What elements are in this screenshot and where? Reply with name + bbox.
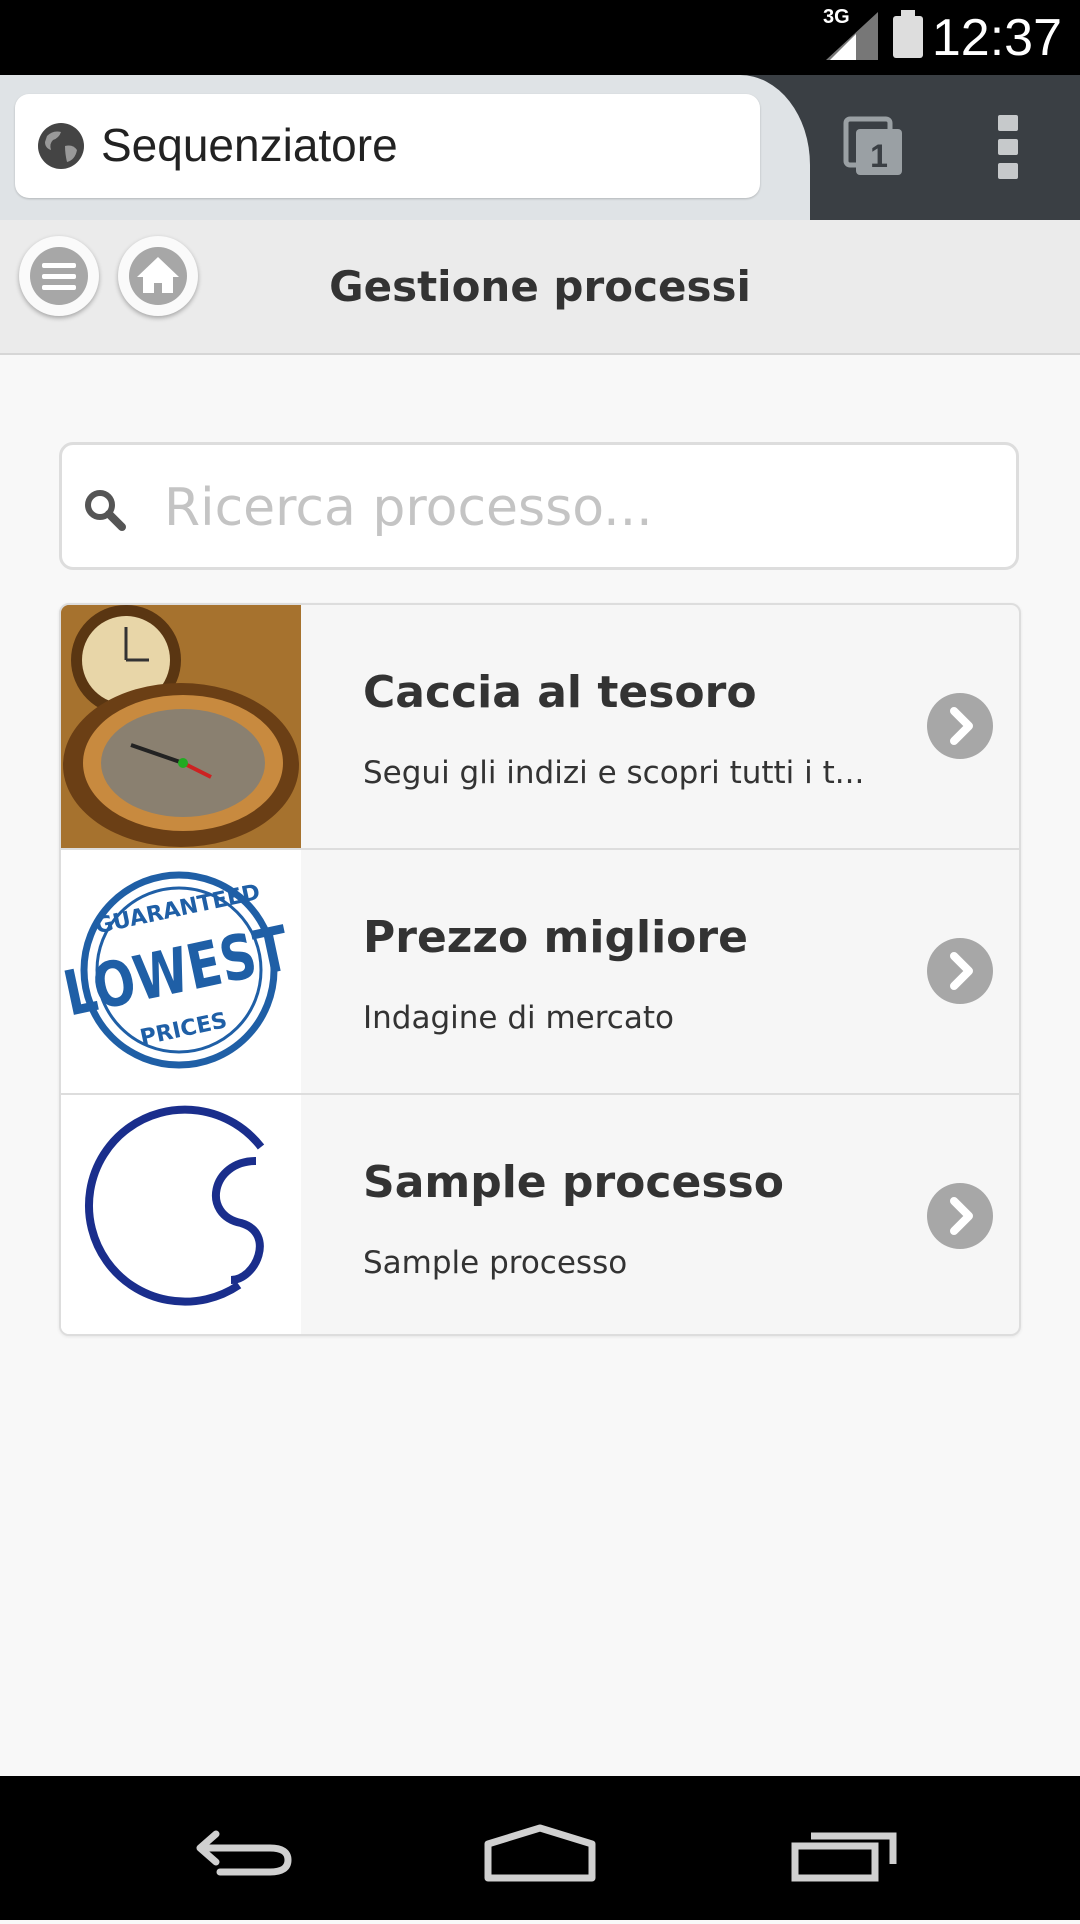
back-button[interactable] xyxy=(170,1776,310,1920)
system-nav-bar xyxy=(0,1776,1080,1920)
tab-count: 1 xyxy=(870,138,888,174)
recents-icon xyxy=(791,1832,897,1882)
signal-icon xyxy=(826,12,878,60)
item-subtitle: Indagine di mercato xyxy=(363,1000,674,1036)
search-box xyxy=(59,442,1019,570)
browser-toolbar: Sequenziatore 1 xyxy=(0,75,1080,220)
chevron-right-icon[interactable] xyxy=(927,693,993,759)
list-item[interactable]: GUARANTEED LOWEST PRICES Prezzo migliore… xyxy=(61,850,1019,1095)
back-icon xyxy=(196,1830,292,1876)
status-bar: 3G 12:37 xyxy=(0,0,1080,75)
home-nav-icon xyxy=(484,1824,596,1882)
item-subtitle: Segui gli indizi e scopri tutti i t... xyxy=(363,755,865,791)
search-icon xyxy=(85,490,126,531)
chevron-right-icon[interactable] xyxy=(927,938,993,1004)
item-title: Sample processo xyxy=(363,1157,784,1208)
clock: 12:37 xyxy=(931,9,1062,67)
item-title: Caccia al tesoro xyxy=(363,667,757,718)
overflow-menu-button[interactable] xyxy=(994,115,1022,179)
compass-thumbnail xyxy=(61,605,301,848)
page-title: Gestione processi xyxy=(329,262,751,311)
process-list: Caccia al tesoro Segui gli indizi e scop… xyxy=(59,603,1021,1336)
cs-logo-thumbnail xyxy=(61,1095,301,1334)
lowest-prices-thumbnail: GUARANTEED LOWEST PRICES xyxy=(61,850,301,1093)
url-bar[interactable]: Sequenziatore xyxy=(15,94,760,198)
list-item[interactable]: Caccia al tesoro Segui gli indizi e scop… xyxy=(61,605,1019,850)
home-nav-button[interactable] xyxy=(470,1776,610,1920)
item-title: Prezzo migliore xyxy=(363,912,748,963)
page-url-title: Sequenziatore xyxy=(101,119,398,171)
search-input[interactable] xyxy=(162,465,986,551)
list-item[interactable]: Sample processo Sample processo xyxy=(61,1095,1019,1334)
chevron-right-icon[interactable] xyxy=(927,1183,993,1249)
item-subtitle: Sample processo xyxy=(363,1245,628,1281)
battery-icon xyxy=(893,10,923,58)
globe-icon xyxy=(38,123,84,169)
tabs-button[interactable]: 1 xyxy=(842,115,906,179)
recents-button[interactable] xyxy=(775,1776,915,1920)
tabs-icon: 1 xyxy=(843,116,902,175)
app-header: Gestione processi xyxy=(0,220,1080,355)
